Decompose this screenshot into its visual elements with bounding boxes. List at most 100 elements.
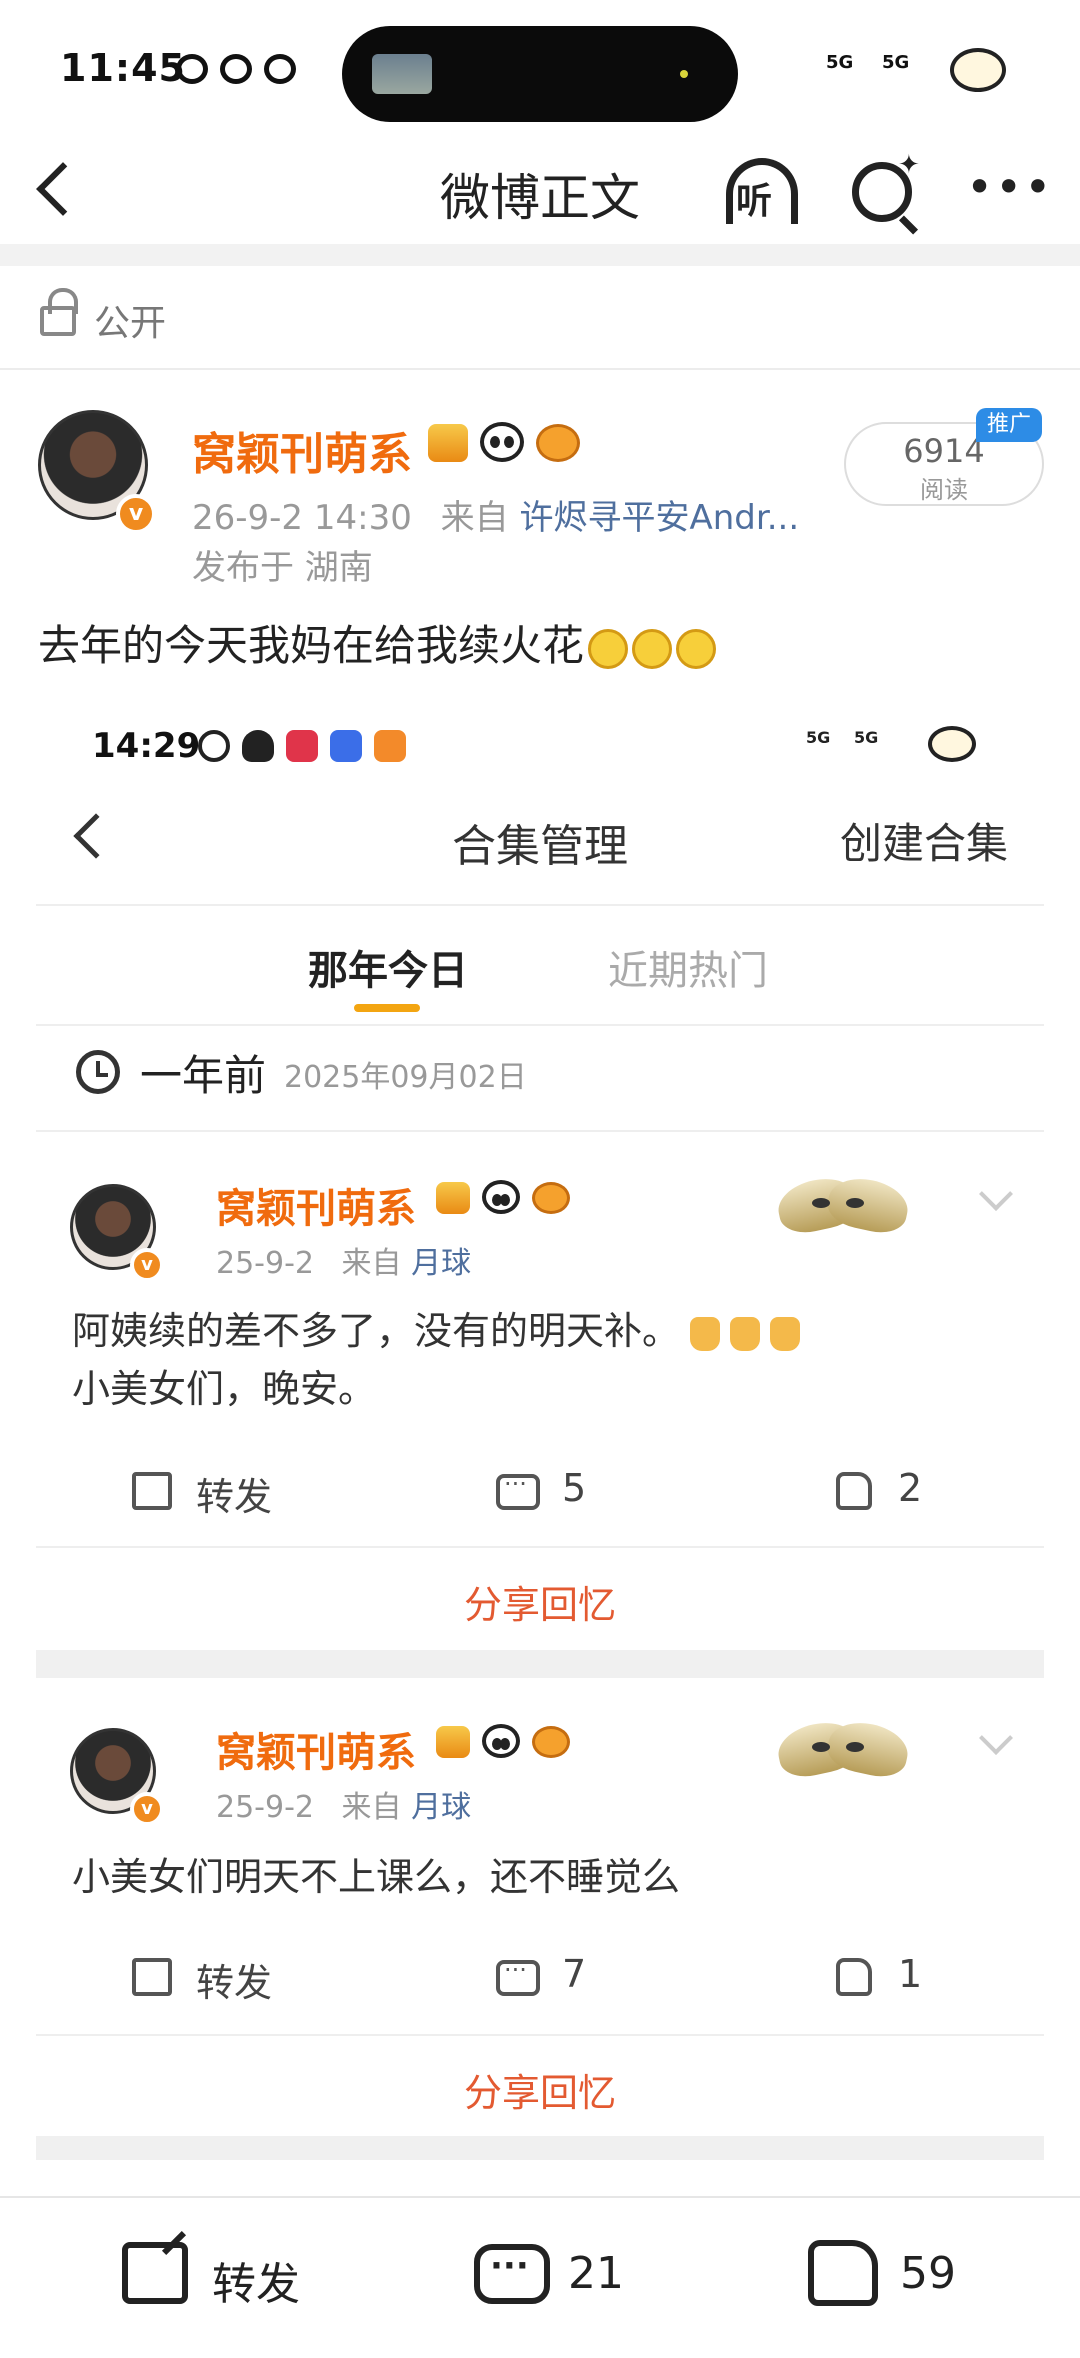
signal-5g-icon: 5G [826,52,854,73]
verified-badge-icon: v [130,1248,164,1282]
app-icon [374,730,406,762]
repost-button[interactable]: 转发 [212,2248,300,2312]
repost-icon[interactable] [122,2242,188,2304]
weibo-icon [176,54,208,84]
divider [0,244,1080,266]
divider [36,1130,1044,1132]
post-meta: 26-9-2 14:30 来自 许烬寻平安Andr... [192,490,799,539]
tab-recent-hot: 近期热门 [608,948,768,994]
emoji-icon [588,628,629,669]
status-bar: 11:45 5G 5G [0,0,1080,140]
visibility-row: 公开 [0,266,1080,370]
weibo-icon [198,730,230,762]
comment-icon[interactable] [474,2244,550,2304]
battery-face-icon [950,48,1006,92]
active-tab-indicator [354,1004,420,1012]
chevron-down-icon [979,1177,1013,1211]
crown-badge-icon [436,1182,470,1214]
nav-bar: 微博正文 听 ✦ ••• [0,140,1080,244]
repost-icon [132,1958,172,1996]
like-icon [836,1958,872,1996]
battery-face-icon [928,726,976,762]
signal-5g-icon: 5G [854,728,879,747]
comment-count[interactable]: 21 [568,2248,624,2299]
victory-emoji-icon [770,1316,801,1351]
panda-badge-icon [482,1180,520,1214]
verified-badge-icon: v [116,494,156,534]
bottom-action-bar: 转发 21 59 [0,2196,1080,2358]
comment-count: 5 [562,1466,587,1510]
dynamic-island [342,26,738,122]
repost-icon [132,1472,172,1510]
chevron-down-icon [979,1721,1013,1755]
status-time: 11:45 [60,46,186,90]
panda-badge-icon [480,422,524,462]
card-text: 阿姨续的差不多了，没有的明天补。 [72,1302,801,1360]
mask-decoration-icon [773,1172,913,1242]
like-count[interactable]: 59 [900,2248,956,2299]
like-icon [836,1472,872,1510]
divider [36,1546,1044,1548]
signal-5g-icon: 5G [806,728,831,747]
promo-badge[interactable]: 推广 [976,408,1042,442]
comment-count: 7 [562,1952,587,1996]
verified-badge-icon: v [130,1792,164,1826]
divider [36,2034,1044,2036]
repost-label: 转发 [196,1475,273,1519]
create-collection-button: 创建合集 [839,819,1008,868]
emoji-icon [632,628,673,669]
like-icon[interactable] [808,2240,878,2306]
card-separator [36,1650,1044,1678]
sparkle-icon: ✦ [898,150,920,180]
memory-date: 2025年09月02日 [284,1060,527,1095]
victory-emoji-icon [730,1316,761,1351]
tab-that-year: 那年今日 [308,948,468,994]
card-separator [36,2136,1044,2160]
post-location: 发布于 湖南 [192,548,373,588]
mask-decoration-icon [773,1716,913,1786]
card-text: 小美女们明天不上课么，还不睡觉么 [72,1855,681,1899]
weibo-icon [220,54,252,84]
panda-badge-icon [482,1724,520,1758]
source-link[interactable]: 许烬寻平安Andr... [519,498,799,538]
card-meta: 25-9-2 来自 月球 [216,1790,472,1825]
repost-label: 转发 [196,1961,273,2005]
qq-icon [242,730,274,762]
like-count: 1 [898,1952,923,1996]
time-ago: 一年前 [140,1051,267,1100]
like-count: 2 [898,1466,923,1510]
signal-5g-icon: 5G [882,52,910,73]
vivo-icon [330,730,362,762]
card-text-line2: 小美女们，晚安。 [72,1367,377,1411]
victory-emoji-icon [690,1316,721,1351]
post-text: 去年的今天我妈在给我续火花 [38,612,717,673]
divider [36,904,1044,906]
share-memory-button: 分享回忆 [463,2071,616,2115]
read-label: 阅读 [920,476,968,504]
card-meta: 25-9-2 来自 月球 [216,1246,472,1281]
embedded-screenshot[interactable]: 14:29 5G 5G 合集管理 创建合集 那年今日 近期热门 一年前 2025… [36,700,1044,2160]
indicator-dot [680,70,688,78]
app-icon [286,730,318,762]
emoji-icon [676,628,717,669]
source-prefix: 来自 [440,498,509,538]
weibo-icon [264,54,296,84]
post-datetime: 26-9-2 14:30 [192,498,412,538]
username[interactable]: 窝颖刊萌系 [192,418,412,482]
comment-icon [496,1956,540,1996]
clock-icon [76,1050,120,1094]
lock-icon [40,288,78,336]
share-memory-button: 分享回忆 [463,1583,616,1627]
crown-badge-icon [436,1726,470,1758]
listen-icon[interactable]: 听 [722,158,802,224]
crown-badge-icon [428,424,468,462]
username: 窝颖刊萌系 [216,1730,416,1776]
embedded-status-time: 14:29 [92,726,201,766]
comment-icon [496,1470,540,1510]
divider [36,1024,1044,1026]
more-icon[interactable]: ••• [966,160,1053,214]
username: 窝颖刊萌系 [216,1186,416,1232]
puffer-badge-icon [532,1726,570,1758]
media-thumbnail [372,54,432,94]
puffer-badge-icon [536,424,580,462]
